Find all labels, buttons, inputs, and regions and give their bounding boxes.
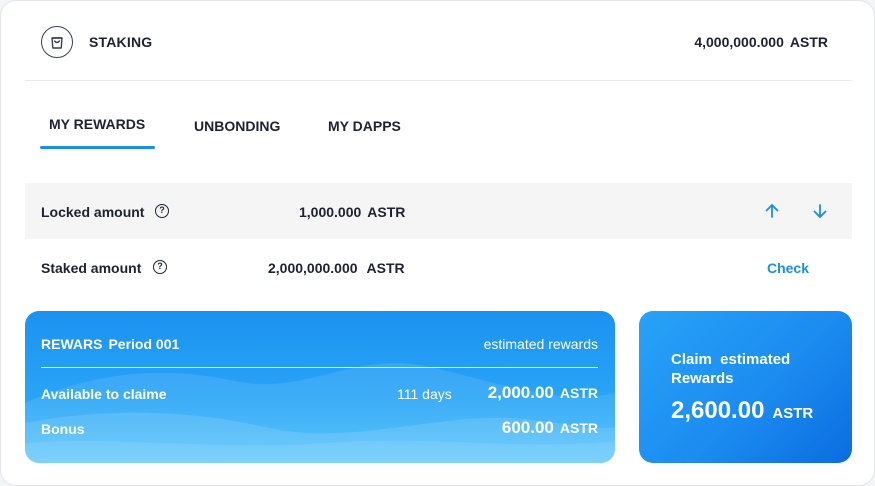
tab-my-rewards-label: MY REWARDS (49, 116, 146, 132)
tab-my-dapps[interactable]: MY DAPPS (328, 111, 401, 149)
check-link[interactable]: Check (767, 260, 809, 276)
staked-amount-label: Staked amount (41, 260, 142, 276)
bonus-value: 600.00 (501, 418, 554, 437)
locked-amount-value: 1,000.000 ASTR (299, 204, 405, 220)
available-amount: 2,000.00 ASTR (488, 383, 598, 403)
locked-amount-unit: ASTR (367, 204, 406, 220)
claim-value: 2,600.00 (671, 397, 765, 424)
locked-amount-row: Locked amount ? 1,000.000 ASTR (25, 183, 852, 239)
staked-amount-value: 2,000,000.000 ASTR (268, 260, 405, 276)
tab-unbonding-label: UNBONDING (194, 118, 281, 134)
total-balance-unit: ASTR (789, 34, 828, 50)
rewards-period: Period 001 (108, 336, 180, 352)
available-label: Available to claime (41, 386, 167, 402)
staked-amount-unit: ASTR (366, 260, 405, 276)
locked-amount-number: 1,000.000 (299, 204, 362, 220)
claim-amount: 2,600.00 ASTR (671, 397, 813, 425)
locked-amount-label: Locked amount (41, 204, 145, 220)
rewards-caption: estimated rewards (483, 336, 598, 352)
staked-amount-number: 2,000,000.000 (268, 260, 358, 276)
available-value: 2,000.00 (487, 383, 554, 402)
staked-amount-row: Staked amount ? 2,000,000.000 ASTR Check (25, 239, 852, 295)
rewards-heading: REWARS Period 001 (41, 336, 179, 352)
total-balance-value: 4,000,000.000 (694, 34, 784, 50)
rewards-title: REWARS (41, 336, 103, 352)
bonus-amount: 600.00 ASTR (502, 418, 598, 438)
bonus-unit: ASTR (559, 420, 598, 436)
arrow-up-icon[interactable] (762, 201, 782, 221)
tab-my-rewards[interactable]: MY REWARDS (40, 111, 155, 149)
rewards-divider (41, 367, 598, 368)
available-days: 111 days (397, 386, 452, 402)
help-icon[interactable]: ? (153, 260, 167, 274)
page-title: STAKING (89, 34, 153, 50)
arrow-down-icon[interactable] (810, 201, 830, 221)
claim-unit: ASTR (772, 405, 814, 422)
available-unit: ASTR (559, 385, 598, 401)
help-icon[interactable]: ? (155, 204, 169, 218)
total-balance: 4,000,000.000 ASTR (694, 34, 828, 50)
tab-unbonding[interactable]: UNBONDING (194, 111, 280, 149)
rewards-panel: REWARS Period 001 estimated rewards Avail… (25, 311, 615, 463)
bag-icon (41, 26, 73, 58)
staking-header: STAKING 4,000,000.000 ASTR (25, 1, 852, 81)
staking-card: STAKING 4,000,000.000 ASTR MY REWARDS UNB… (0, 0, 875, 486)
tab-my-dapps-label: MY DAPPS (328, 118, 401, 134)
claim-rewards-button[interactable]: Claim estimated Rewards 2,600.00 ASTR (639, 311, 852, 463)
bonus-label: Bonus (41, 421, 85, 437)
claim-title: Claim estimated Rewards (671, 351, 795, 387)
